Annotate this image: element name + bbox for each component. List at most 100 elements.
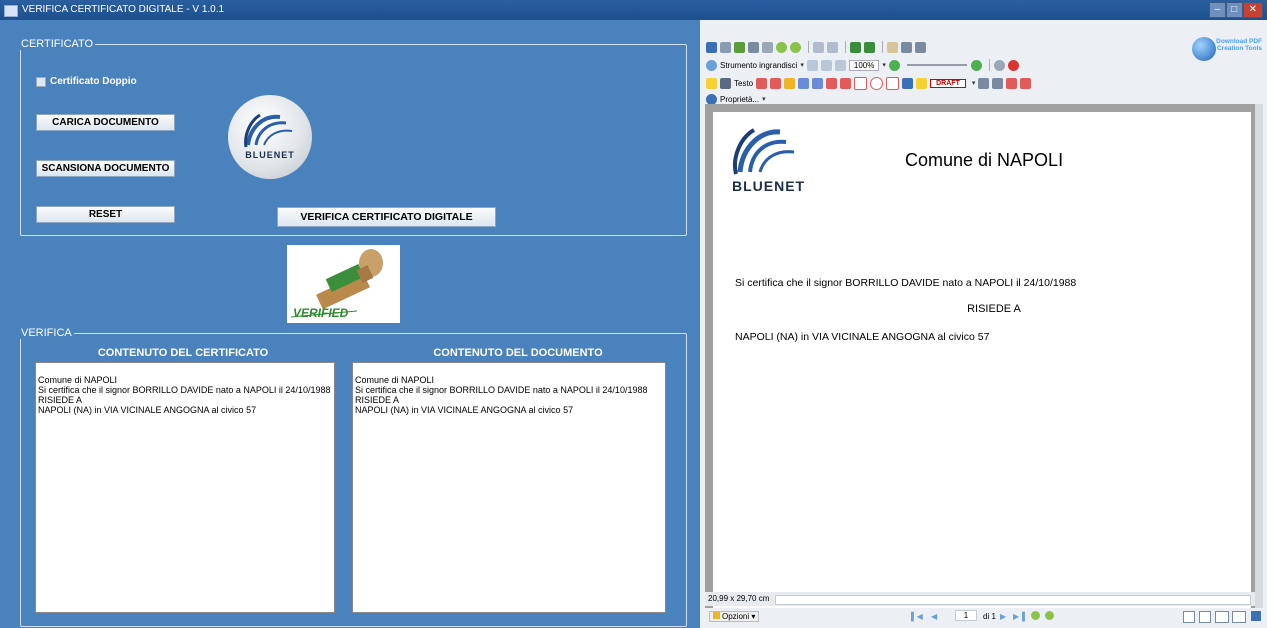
polygon-icon[interactable] bbox=[886, 76, 900, 90]
prev-page-icon[interactable]: ◀ bbox=[931, 612, 937, 621]
rotate-icon[interactable] bbox=[850, 41, 861, 53]
document-title: Comune di NAPOLI bbox=[905, 150, 1064, 170]
toolbar-row-1 bbox=[706, 38, 929, 56]
email-icon[interactable] bbox=[748, 41, 759, 53]
hand-icon[interactable] bbox=[887, 41, 898, 53]
download-badge-text: Download PDF Creation Tools bbox=[1216, 38, 1262, 52]
single-page-icon[interactable] bbox=[1183, 611, 1195, 623]
forward-icon[interactable] bbox=[790, 41, 801, 53]
text-line: RISIEDE A bbox=[355, 395, 400, 405]
minimize-button[interactable]: – bbox=[1209, 2, 1226, 18]
checkbox-box[interactable] bbox=[36, 76, 46, 87]
note-icon[interactable] bbox=[706, 77, 717, 89]
documento-content-textarea[interactable]: Comune di NAPOLI Si certifica che il sig… bbox=[352, 362, 666, 613]
zoom-slider[interactable] bbox=[906, 64, 967, 66]
document-icon[interactable] bbox=[762, 41, 773, 53]
zoom-icon[interactable] bbox=[706, 59, 717, 71]
callout-icon[interactable] bbox=[756, 77, 768, 89]
forward-nav-icon[interactable] bbox=[1045, 611, 1054, 620]
link-icon[interactable] bbox=[993, 59, 1005, 71]
col2-title: CONTENUTO DEL DOCUMENTO bbox=[433, 347, 603, 359]
sound-icon[interactable] bbox=[992, 77, 1004, 89]
horizontal-scrollbar[interactable] bbox=[775, 595, 1251, 605]
scansiona-documento-button[interactable]: SCANSIONA DOCUMENTO bbox=[36, 160, 175, 177]
snapshot-icon[interactable] bbox=[915, 41, 926, 53]
redo-icon[interactable] bbox=[827, 41, 838, 53]
attach-icon[interactable] bbox=[978, 77, 990, 89]
pin-icon[interactable] bbox=[902, 77, 914, 89]
save-icon[interactable] bbox=[706, 41, 717, 53]
certificato-content-textarea[interactable]: Comune di NAPOLI Si certifica che il sig… bbox=[35, 362, 335, 613]
arrow-icon[interactable] bbox=[826, 77, 838, 89]
draft-stamp-button[interactable]: DRAFT bbox=[930, 78, 966, 88]
pdf-document-view[interactable]: BLUENET Comune di NAPOLI Si certifica ch… bbox=[705, 104, 1255, 608]
fullscreen-icon[interactable] bbox=[1251, 611, 1261, 621]
properties-button[interactable]: Proprietà... bbox=[720, 95, 759, 104]
stamp-label: VERIFIED bbox=[293, 306, 349, 320]
erase-icon[interactable] bbox=[1007, 59, 1019, 71]
rectangle-icon[interactable] bbox=[854, 76, 868, 90]
fit-page-icon[interactable] bbox=[806, 59, 818, 71]
back-icon[interactable] bbox=[776, 41, 787, 53]
pdf-page: BLUENET Comune di NAPOLI Si certifica ch… bbox=[713, 112, 1251, 608]
reset-button[interactable]: RESET bbox=[36, 206, 175, 223]
verifica-certificato-button[interactable]: VERIFICA CERTIFICATO DIGITALE bbox=[277, 207, 496, 227]
options-icon bbox=[713, 612, 720, 619]
pencil-icon[interactable] bbox=[916, 77, 928, 89]
text-line: NAPOLI (NA) in VIA VICINALE ANGOGNA al c… bbox=[38, 405, 257, 415]
next-page-icon[interactable]: ▶ bbox=[1000, 612, 1006, 621]
fit-width-icon[interactable] bbox=[820, 59, 832, 71]
ellipse-icon[interactable] bbox=[870, 76, 884, 90]
vertical-scrollbar[interactable] bbox=[1255, 104, 1263, 608]
checkbox-label: Certificato Doppio bbox=[50, 76, 137, 87]
measure-icon[interactable] bbox=[1006, 77, 1018, 89]
text-line: Comune di NAPOLI bbox=[38, 375, 118, 385]
highlight-icon[interactable] bbox=[784, 77, 796, 89]
facing-icon[interactable] bbox=[1215, 611, 1229, 623]
strikeout-icon[interactable] bbox=[798, 77, 810, 89]
select-icon[interactable] bbox=[901, 41, 912, 53]
document-line-2: RISIEDE A bbox=[967, 303, 1021, 315]
text-line: Si certifica che il signor BORRILLO DAVI… bbox=[355, 385, 648, 395]
close-button[interactable]: ✕ bbox=[1242, 2, 1263, 18]
text-tool-label[interactable]: Testo bbox=[734, 79, 753, 88]
properties-icon bbox=[706, 93, 717, 105]
first-page-icon[interactable]: ▌◀ bbox=[911, 612, 923, 621]
zoom-tool-label[interactable]: Strumento ingrandisci bbox=[720, 61, 797, 70]
carica-documento-button[interactable]: CARICA DOCUMENTO bbox=[36, 114, 175, 131]
area-icon[interactable] bbox=[1020, 77, 1032, 89]
bluenet-logo: BLUENET bbox=[228, 95, 312, 179]
logo-brand-text: BLUENET bbox=[245, 150, 295, 160]
back-nav-icon[interactable] bbox=[1031, 611, 1040, 620]
options-button[interactable]: Opzioni ▾ bbox=[709, 611, 760, 622]
underline-icon[interactable] bbox=[812, 77, 824, 89]
toolbar-row-2: Strumento ingrandisci ▾ 100% ▾ bbox=[706, 56, 1022, 74]
textbox-icon[interactable] bbox=[720, 77, 731, 89]
undo-icon[interactable] bbox=[813, 41, 824, 53]
zoom-out-icon[interactable] bbox=[888, 59, 900, 71]
print-icon[interactable] bbox=[720, 41, 731, 53]
rotate-back-icon[interactable] bbox=[864, 41, 875, 53]
last-page-icon[interactable]: ▶▐ bbox=[1013, 612, 1025, 621]
download-badge[interactable]: Download PDF Creation Tools bbox=[1192, 35, 1264, 65]
typewriter-icon[interactable] bbox=[770, 77, 782, 89]
maximize-button[interactable]: □ bbox=[1225, 2, 1243, 18]
line-icon[interactable] bbox=[840, 77, 852, 89]
zoom-in-icon[interactable] bbox=[970, 59, 982, 71]
continuous-icon[interactable] bbox=[1199, 611, 1211, 623]
zoom-value-select[interactable]: 100% bbox=[848, 59, 880, 71]
col1-title: CONTENUTO DEL CERTIFICATO bbox=[97, 347, 269, 359]
cover-icon[interactable] bbox=[1232, 611, 1246, 623]
status-bar: 20,99 x 29,70 cm bbox=[705, 592, 1255, 606]
pdf-viewer-pane: Download PDF Creation Tools Strumento in… bbox=[700, 20, 1267, 628]
text-line: RISIEDE A bbox=[38, 395, 83, 405]
certificato-group: CERTIFICATO Certificato Doppio CARICA DO… bbox=[20, 38, 687, 236]
window-title: VERIFICA CERTIFICATO DIGITALE - V 1.0.1 bbox=[22, 4, 225, 15]
title-bar: VERIFICA CERTIFICATO DIGITALE - V 1.0.1 … bbox=[0, 0, 1267, 20]
scan-icon[interactable] bbox=[734, 41, 745, 53]
verified-stamp-image: VERIFIED bbox=[287, 245, 400, 323]
verifica-group: VERIFICA CONTENUTO DEL CERTIFICATO CONTE… bbox=[20, 327, 687, 627]
page-number-input[interactable]: 1 bbox=[955, 610, 977, 621]
actual-size-icon[interactable] bbox=[834, 59, 846, 71]
certificato-doppio-checkbox[interactable]: Certificato Doppio bbox=[36, 76, 137, 87]
